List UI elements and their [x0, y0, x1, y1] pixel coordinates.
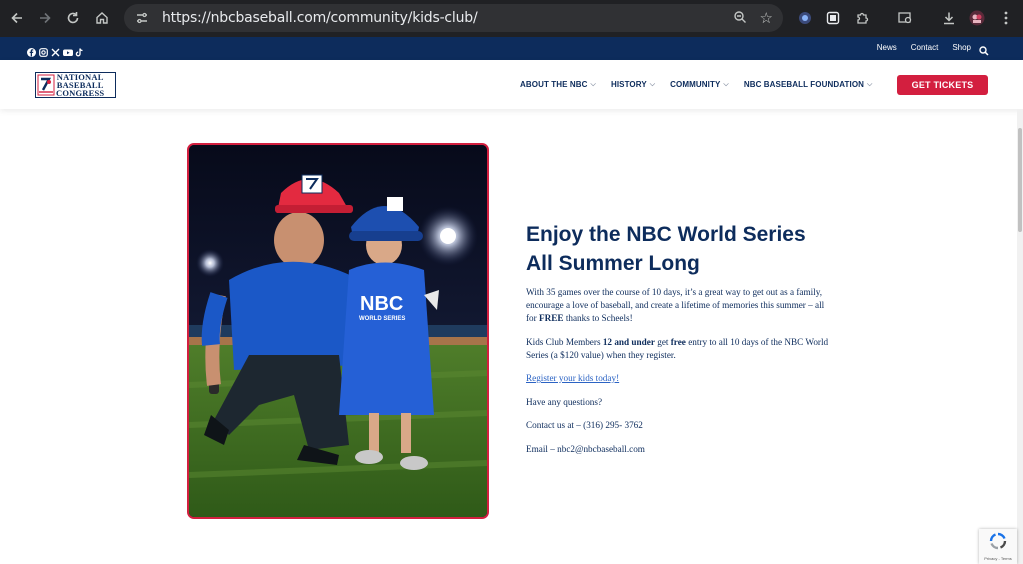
- nav-item-about[interactable]: ABOUT THE NBC ⌵: [520, 80, 596, 89]
- heading-line-2: All Summer Long: [526, 252, 700, 275]
- site-settings-icon[interactable]: [134, 10, 150, 26]
- menu-kebab-icon[interactable]: [997, 9, 1015, 27]
- facebook-icon[interactable]: [27, 44, 36, 57]
- home-icon[interactable]: [88, 4, 116, 32]
- chevron-down-icon: ⌵: [649, 80, 656, 88]
- search-icon[interactable]: [979, 43, 989, 56]
- util-link-shop[interactable]: Shop: [952, 43, 971, 52]
- x-twitter-icon[interactable]: [51, 44, 60, 57]
- jersey-text: NBC: [360, 293, 403, 315]
- site-header: NATIONAL BASEBALL CONGRESS ABOUT THE NBC…: [0, 60, 1023, 109]
- utility-bar: News Contact Shop: [0, 37, 1023, 60]
- logo-line-3: CONGRESS: [56, 88, 105, 98]
- util-link-contact[interactable]: Contact: [911, 43, 939, 52]
- get-tickets-button[interactable]: GET TICKETS: [897, 75, 988, 95]
- page-heading: Enjoy the NBC World Series All Summer Lo…: [526, 220, 836, 278]
- url-text[interactable]: https://nbcbaseball.com/community/kids-c…: [162, 10, 478, 26]
- nav-item-label: COMMUNITY: [670, 80, 721, 89]
- browser-toolbar: https://nbcbaseball.com/community/kids-c…: [0, 0, 1023, 37]
- download-icon[interactable]: [940, 9, 958, 27]
- social-links: [27, 44, 84, 57]
- members-text-a: Kids Club Members: [526, 336, 603, 347]
- bookmark-star-icon[interactable]: ☆: [760, 9, 773, 27]
- age-limit-text: 12 and under: [602, 336, 655, 347]
- recaptcha-icon: [989, 532, 1007, 555]
- zoom-icon[interactable]: [733, 10, 747, 29]
- nav-item-label: ABOUT THE NBC: [520, 80, 588, 89]
- profile-avatar-icon[interactable]: [968, 9, 986, 27]
- util-link-news[interactable]: News: [877, 43, 897, 52]
- recaptcha-badge[interactable]: Privacy - Terms: [979, 529, 1017, 564]
- kids-club-photo: NBC WORLD SERIES: [187, 143, 489, 519]
- members-paragraph: Kids Club Members 12 and under get free …: [526, 336, 836, 362]
- instagram-icon[interactable]: [39, 44, 48, 57]
- nav-item-history[interactable]: HISTORY ⌵: [611, 80, 655, 89]
- extensions-puzzle-icon[interactable]: [853, 9, 871, 27]
- chevron-down-icon: ⌵: [590, 80, 596, 88]
- extension-circle-icon[interactable]: [796, 9, 814, 27]
- youtube-icon[interactable]: [63, 44, 73, 56]
- register-paragraph: Register your kids today!: [526, 372, 836, 385]
- members-text-b: get: [654, 336, 671, 347]
- main-nav: ABOUT THE NBC ⌵ HISTORY ⌵ COMMUNITY ⌵ NBC B…: [520, 80, 887, 89]
- tab-search-icon[interactable]: [896, 9, 914, 27]
- forward-icon[interactable]: [31, 4, 59, 32]
- intro-text-b: thanks to Scheels!: [563, 313, 633, 323]
- back-icon[interactable]: [3, 4, 31, 32]
- logo-mark-icon: [36, 73, 56, 97]
- contact-phone: Contact us at – (316) 295- 3762: [526, 420, 643, 430]
- nav-item-label: NBC BASEBALL FOUNDATION: [743, 80, 865, 89]
- nav-item-foundation[interactable]: NBC BASEBALL FOUNDATION ⌵: [744, 80, 873, 89]
- kids-club-content: Enjoy the NBC World Series All Summer Lo…: [526, 220, 836, 466]
- nav-item-community[interactable]: COMMUNITY ⌵: [670, 80, 729, 89]
- chevron-down-icon: ⌵: [867, 80, 873, 88]
- chevron-down-icon: ⌵: [723, 80, 729, 88]
- intro-paragraph: With 35 games over the course of 10 days…: [526, 286, 836, 325]
- free-entry-text: free: [670, 336, 686, 347]
- scrollbar-thumb[interactable]: [1018, 128, 1022, 232]
- jersey-subtext: WORLD SERIES: [359, 316, 405, 322]
- tiktok-icon[interactable]: [75, 44, 84, 57]
- contact-email: Email – nbc2@nbcbaseball.com: [526, 443, 645, 454]
- register-link[interactable]: Register your kids today!: [526, 373, 619, 383]
- free-text: FREE: [539, 313, 564, 323]
- heading-line-1: Enjoy the NBC World Series: [526, 223, 806, 246]
- address-bar[interactable]: https://nbcbaseball.com/community/kids-c…: [124, 4, 783, 32]
- extension-window-icon[interactable]: [824, 9, 842, 27]
- recaptcha-links[interactable]: Privacy - Terms: [984, 556, 1011, 561]
- nbc-logo[interactable]: NATIONAL BASEBALL CONGRESS: [35, 72, 116, 98]
- questions-text: Have any questions?: [526, 396, 603, 407]
- nav-item-label: HISTORY: [610, 80, 647, 89]
- reload-icon[interactable]: [59, 4, 87, 32]
